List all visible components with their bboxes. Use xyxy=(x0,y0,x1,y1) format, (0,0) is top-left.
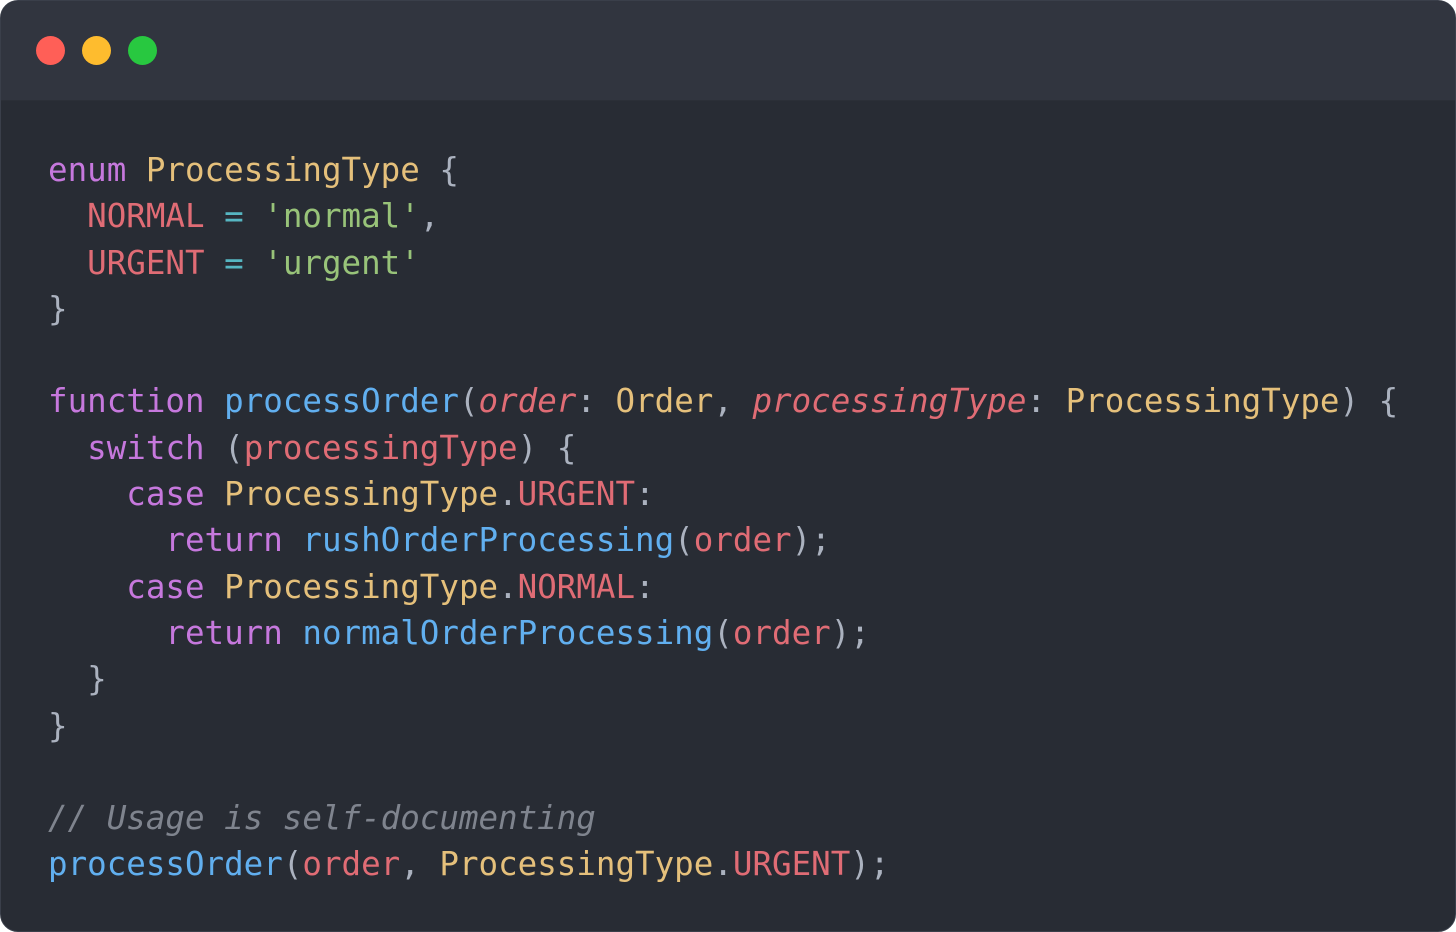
code-token-function: processOrder xyxy=(48,845,283,884)
code-token-function: processOrder xyxy=(224,382,459,421)
code-line: case ProcessingType.NORMAL: xyxy=(48,564,1398,610)
code-token-punctuation: , xyxy=(713,382,753,421)
maximize-button[interactable] xyxy=(128,36,157,65)
code-token-punctuation: } xyxy=(48,289,68,328)
code-token-punctuation: : xyxy=(635,475,655,514)
code-line: function processOrder(order: Order, proc… xyxy=(48,378,1398,424)
code-token-punctuation xyxy=(48,475,126,513)
code-token-punctuation xyxy=(205,568,225,606)
code-line: } xyxy=(48,286,1398,332)
code-token-keyword: function xyxy=(48,382,205,421)
code-token-punctuation: } xyxy=(48,660,107,699)
code-token-punctuation: , xyxy=(400,845,440,884)
code-token-punctuation xyxy=(205,382,225,420)
code-token-punctuation xyxy=(48,429,87,467)
code-token-property: URGENT xyxy=(517,475,636,514)
code-token-punctuation: : xyxy=(576,382,616,421)
code-token-property: NORMAL xyxy=(87,197,205,236)
code-token-punctuation: ) { xyxy=(1339,382,1399,421)
code-token-keyword: return xyxy=(165,613,283,652)
code-line: NORMAL = 'normal', xyxy=(48,193,1398,239)
code-line: case ProcessingType.URGENT: xyxy=(48,471,1398,517)
code-line: return normalOrderProcessing(order); xyxy=(48,610,1398,656)
code-token-string: 'normal' xyxy=(263,197,420,236)
code-token-punctuation xyxy=(48,197,87,235)
code-token-keyword: case xyxy=(126,567,205,606)
code-token-property: order xyxy=(693,521,792,560)
code-token-property: order xyxy=(732,613,831,652)
code-line: return rushOrderProcessing(order); xyxy=(48,517,1398,563)
code-line: enum ProcessingType { xyxy=(48,147,1398,193)
code-window: enum ProcessingType { NORMAL = 'normal',… xyxy=(0,0,1456,932)
code-token-type: ProcessingType xyxy=(1065,382,1340,421)
code-token-property: processingType xyxy=(752,382,1027,421)
code-token-punctuation: ( xyxy=(674,521,694,560)
code-token-punctuation: , xyxy=(419,197,440,236)
code-token-punctuation xyxy=(48,614,165,652)
code-line: } xyxy=(48,703,1398,749)
code-token-property: URGENT xyxy=(87,243,205,282)
code-token-operator: = xyxy=(204,197,264,236)
code-block: enum ProcessingType { NORMAL = 'normal',… xyxy=(48,147,1398,888)
code-token-punctuation: { xyxy=(419,151,459,189)
close-button[interactable] xyxy=(36,36,65,65)
code-token-punctuation: . xyxy=(498,567,518,606)
code-token-punctuation: ) { xyxy=(517,428,577,467)
code-token-function: rushOrderProcessing xyxy=(302,521,675,560)
code-line: processOrder(order, ProcessingType.URGEN… xyxy=(48,841,1398,887)
code-token-punctuation: ( xyxy=(282,845,303,884)
minimize-button[interactable] xyxy=(82,36,111,65)
code-token-operator: = xyxy=(204,243,264,282)
code-token-punctuation: ( xyxy=(458,382,479,421)
code-token-punctuation: : xyxy=(1026,382,1066,421)
code-token-punctuation: ( xyxy=(713,613,733,652)
code-token-punctuation: . xyxy=(498,475,518,514)
code-line: } xyxy=(48,656,1398,702)
code-line: ​ xyxy=(48,749,1398,795)
code-token-punctuation: ( xyxy=(204,428,244,467)
code-token-punctuation: ); xyxy=(830,613,870,652)
code-token-function: normalOrderProcessing xyxy=(302,613,714,652)
code-token-keyword: switch xyxy=(87,428,205,467)
code-token-type: ProcessingType xyxy=(224,475,499,514)
code-token-comment: // Usage is self-documenting xyxy=(48,799,596,838)
code-token-type: ProcessingType xyxy=(439,845,714,884)
code-token-punctuation: . xyxy=(713,845,733,884)
code-token-punctuation: ); xyxy=(791,521,831,560)
code-token-punctuation: : xyxy=(635,567,655,606)
code-token-punctuation: } xyxy=(48,706,68,745)
code-token-punctuation xyxy=(283,521,303,559)
code-token-keyword: enum xyxy=(48,151,127,189)
code-token-punctuation xyxy=(48,244,87,282)
code-token-property: order xyxy=(302,845,401,884)
code-token-property: order xyxy=(478,382,577,421)
code-line: ​ xyxy=(48,332,1398,378)
code-token-type: Order xyxy=(615,382,714,421)
code-token-string: 'urgent' xyxy=(263,243,420,282)
code-line: // Usage is self-documenting xyxy=(48,795,1398,841)
code-line: URGENT = 'urgent' xyxy=(48,240,1398,286)
code-token-keyword: return xyxy=(165,521,283,560)
code-token-punctuation xyxy=(126,151,146,189)
code-token-type: ProcessingType xyxy=(224,567,499,606)
code-token-keyword: case xyxy=(126,475,205,514)
code-token-punctuation xyxy=(283,614,303,652)
code-token-punctuation xyxy=(48,568,126,606)
code-token-property: URGENT xyxy=(732,845,851,884)
code-token-property: processingType xyxy=(243,428,518,467)
code-line: switch (processingType) { xyxy=(48,425,1398,471)
code-token-punctuation: ); xyxy=(850,845,890,884)
code-token-type: ProcessingType xyxy=(145,151,420,189)
window-titlebar xyxy=(1,1,1455,101)
code-token-punctuation xyxy=(205,475,225,513)
code-token-punctuation xyxy=(48,521,165,559)
code-token-property: NORMAL xyxy=(517,567,636,606)
